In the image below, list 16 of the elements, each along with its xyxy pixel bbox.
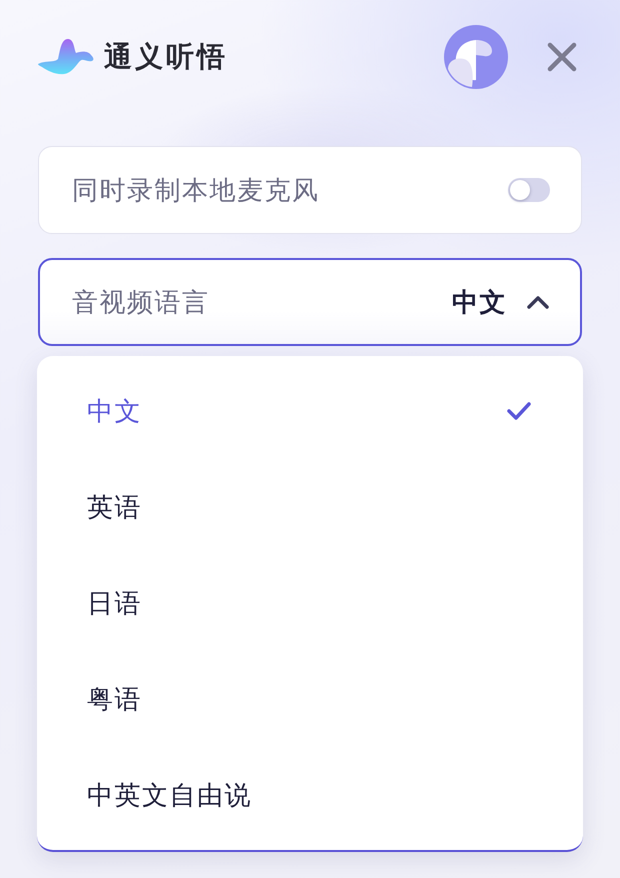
dropdown-option[interactable]: 中英文自由说	[37, 747, 583, 843]
check-icon	[507, 402, 531, 420]
dropdown-option[interactable]: 英语	[37, 459, 583, 555]
chevron-up-icon	[527, 295, 549, 309]
logo-icon	[38, 39, 95, 75]
app-title: 通义听悟	[104, 39, 228, 75]
dropdown-option[interactable]: 粤语	[37, 651, 583, 747]
setting-label: 同时录制本地麦克风	[72, 174, 320, 208]
toggle-switch[interactable]	[508, 178, 550, 202]
language-select[interactable]: 音视频语言 中文	[38, 258, 582, 346]
dropdown-option[interactable]: 日语	[37, 555, 583, 651]
select-label: 音视频语言	[72, 286, 210, 320]
avatar-icon[interactable]	[444, 25, 508, 89]
dropdown-option[interactable]: 中文	[37, 363, 583, 459]
close-icon[interactable]	[547, 42, 577, 72]
select-value: 中文	[452, 286, 507, 320]
